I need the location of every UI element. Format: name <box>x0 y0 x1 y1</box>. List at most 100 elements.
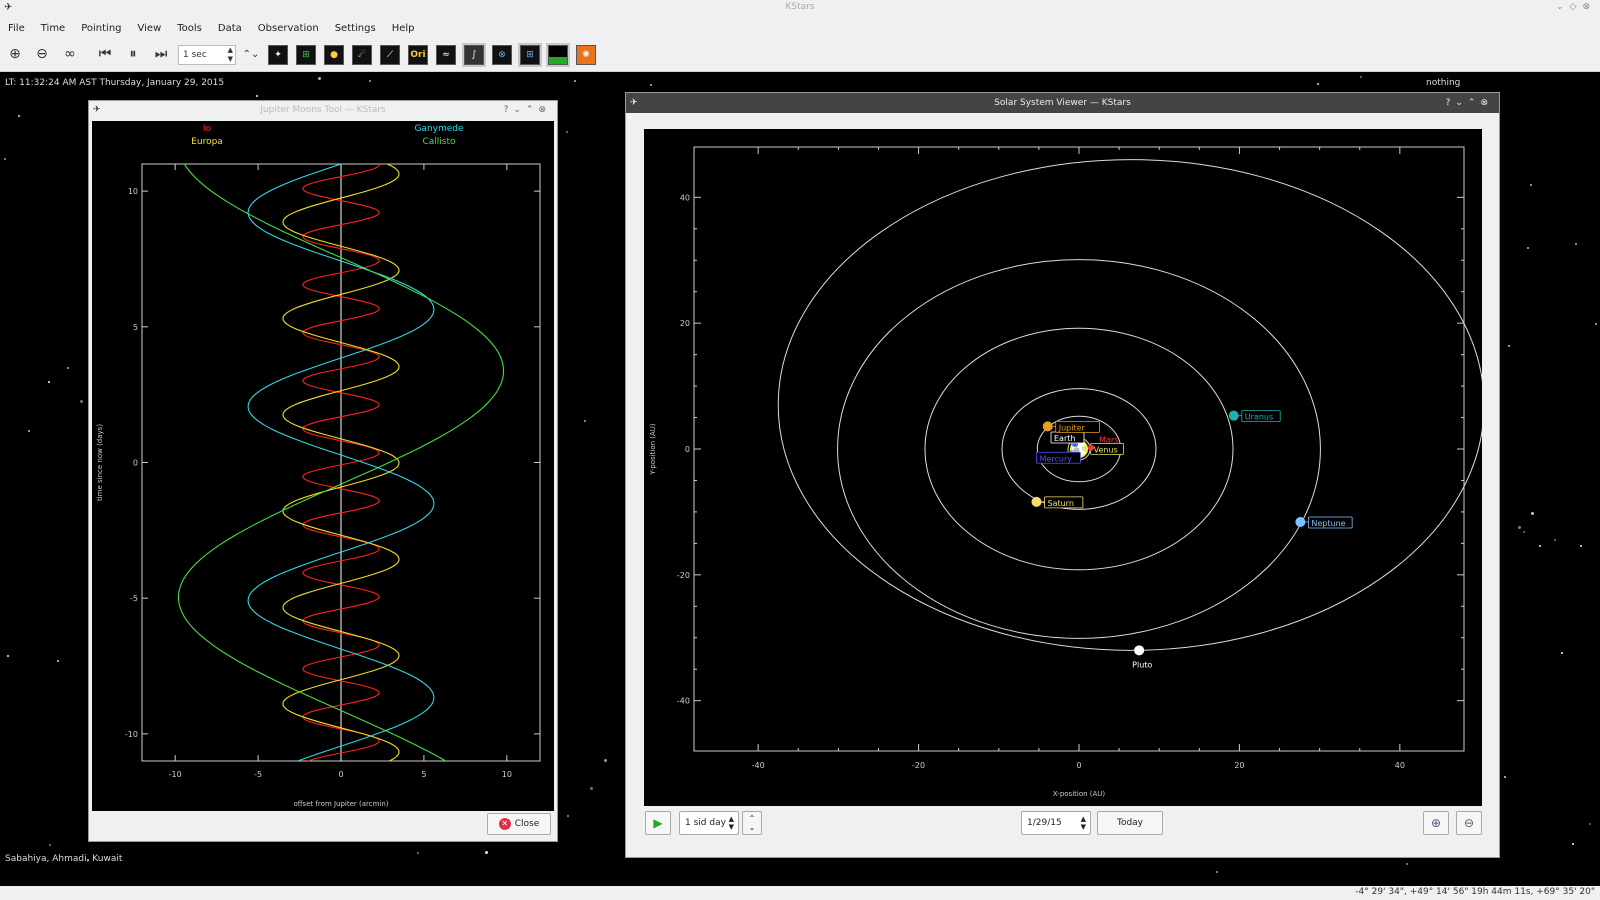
star <box>56 659 59 662</box>
star <box>1594 322 1597 325</box>
step-value: 1 sid day <box>685 818 726 828</box>
star <box>1215 871 1218 874</box>
constellation-names-toggle-icon[interactable]: Ori <box>408 45 428 65</box>
y-tick-label: -20 <box>677 571 690 580</box>
step-spin-arrows-icon[interactable]: ▲ ▼ <box>729 815 734 831</box>
star <box>1589 823 1592 826</box>
star <box>1571 843 1574 846</box>
x-axis-label: offset from Jupiter (arcmin) <box>293 800 388 808</box>
star <box>317 76 321 80</box>
date-value: 1/29/15 <box>1027 818 1062 828</box>
legend-io: Io <box>203 124 212 134</box>
planet-uranus[interactable] <box>1228 410 1239 421</box>
planet-label-jupiter: Jupiter <box>1058 423 1086 432</box>
step-arrows-icon[interactable]: ⌃⌄ <box>742 811 762 835</box>
solar-window-title: Solar System Viewer — KStars <box>994 98 1131 108</box>
binoculars-icon[interactable]: ∞ <box>59 43 81 65</box>
planet-label-venus: Venus <box>1094 445 1118 454</box>
star <box>1574 242 1577 245</box>
rewind-icon[interactable]: ⏮ <box>94 43 116 65</box>
play-button[interactable]: ▶ <box>645 811 671 835</box>
x-tick-label: -5 <box>254 770 262 779</box>
star <box>1504 775 1507 778</box>
ground-toggle-icon[interactable] <box>548 45 568 65</box>
legend-europa: Europa <box>191 137 223 147</box>
step-spinbox[interactable]: 1 sid day ▲ ▼ <box>679 811 739 835</box>
solar-window-titlebar[interactable]: ✈ Solar System Viewer — KStars ?⌄⌃⊗ <box>626 93 1499 113</box>
planet-pluto[interactable] <box>1134 645 1145 656</box>
star <box>485 850 489 854</box>
star <box>1517 525 1521 529</box>
x-tick-label: 0 <box>338 770 343 779</box>
planet-jupiter[interactable] <box>1042 421 1053 432</box>
planets-toggle-icon[interactable]: ● <box>324 45 344 65</box>
x-axis-label: X-position (AU) <box>1053 790 1106 798</box>
stars-toggle-icon[interactable]: ✦ <box>268 45 288 65</box>
y-tick-label: -5 <box>130 594 138 603</box>
kstars-app-icon: ✈ <box>4 2 13 13</box>
star <box>18 115 21 118</box>
date-spin-arrows-icon[interactable]: ▲ ▼ <box>1081 815 1086 831</box>
star <box>1554 539 1557 542</box>
star <box>1539 544 1542 547</box>
zoom-out-icon[interactable]: ⊖ <box>31 43 53 65</box>
forward-icon[interactable]: ⏭ <box>150 43 172 65</box>
solar-window-controls[interactable]: ?⌄⌃⊗ <box>1446 93 1493 113</box>
equatorial-grid-toggle-icon[interactable]: ⊞ <box>520 45 540 65</box>
y-tick-label: 10 <box>128 187 138 196</box>
close-button[interactable]: ✕ Close <box>487 813 551 835</box>
coordinate-grid-toggle-icon[interactable]: ⊗ <box>492 45 512 65</box>
spin-arrows-icon[interactable]: ▲ ▼ <box>228 46 233 64</box>
x-tick-label: 5 <box>421 770 426 779</box>
deep-sky-toggle-icon[interactable]: ☄ <box>352 45 372 65</box>
star <box>49 843 52 846</box>
time-step-spinbox[interactable]: 1 sec ▲ ▼ <box>178 45 236 65</box>
planet-venus[interactable] <box>1081 445 1088 452</box>
jupiter-window-controls[interactable]: ?⌄⌃⊗ <box>504 101 551 119</box>
window-controls[interactable]: ⌄◇⊗ <box>1556 0 1596 14</box>
solar-window-body: -40 -20 0 20 40 40 20 0 -20 -40 Mercury Venus Earth M… <box>626 113 1499 857</box>
planet-mars[interactable] <box>1088 444 1095 451</box>
y-tick-label: 20 <box>680 319 690 328</box>
solar-system-plot[interactable]: -40 -20 0 20 40 40 20 0 -20 -40 Mercury Venus Earth M… <box>644 129 1485 806</box>
zoom-out-icon[interactable]: ⊖ <box>1456 811 1482 835</box>
orbit-pluto <box>777 159 1485 651</box>
planet-saturn[interactable] <box>1031 496 1042 507</box>
star <box>1579 545 1582 548</box>
planet-neptune[interactable] <box>1295 516 1306 527</box>
jupiter-window-titlebar[interactable]: ✈ Jupiter Moons Tool — KStars ?⌄⌃⊗ <box>89 101 557 119</box>
kstars-window-icon: ✈ <box>93 105 101 115</box>
star <box>649 84 652 87</box>
star <box>1529 183 1532 186</box>
constellation-lines-toggle-icon[interactable]: ⟋ <box>380 45 400 65</box>
jupiter-moons-chart: -10 -5 0 5 10 10 5 0 -5 -10 Io Europa Ganymede Callis… <box>96 124 541 808</box>
fov-toggle-icon[interactable]: ✺ <box>576 45 596 65</box>
zoom-in-icon[interactable]: ⊕ <box>1423 811 1449 835</box>
star <box>255 94 258 97</box>
today-label: Today <box>1116 818 1144 828</box>
star <box>368 80 371 83</box>
date-field[interactable]: 1/29/15 ▲ ▼ <box>1021 811 1091 835</box>
legend-callisto: Callisto <box>422 137 456 147</box>
star <box>574 79 577 82</box>
y-tick-label: -40 <box>677 697 690 706</box>
horizon-toggle-icon[interactable]: ∫ <box>464 45 484 65</box>
step-arrows-icon[interactable]: ⌃⌄ <box>240 43 262 65</box>
x-tick-label: 20 <box>1234 761 1244 770</box>
pause-icon[interactable]: ⏸ <box>122 43 144 65</box>
zoom-in-icon[interactable]: ⊕ <box>4 43 26 65</box>
constellations-toggle-icon[interactable]: ⊞ <box>296 45 316 65</box>
solar-system-chart: -40 -20 0 20 40 40 20 0 -20 -40 Mercury Venus Earth M… <box>649 146 1485 798</box>
y-tick-label: 5 <box>133 323 138 332</box>
x-tick-label: 0 <box>1076 761 1081 770</box>
milky-way-toggle-icon[interactable]: ≈ <box>436 45 456 65</box>
jupiter-window-title: Jupiter Moons Tool — KStars <box>260 105 386 115</box>
y-tick-label: 40 <box>680 193 690 202</box>
star <box>1360 76 1363 79</box>
y-tick-label: 0 <box>133 459 138 468</box>
star <box>1405 862 1408 865</box>
today-button[interactable]: Today <box>1097 811 1163 835</box>
star <box>583 420 586 423</box>
planet-label-neptune: Neptune <box>1311 519 1345 528</box>
menu-bar: File Time Pointing View Tools Data Observation… <box>0 14 1600 36</box>
